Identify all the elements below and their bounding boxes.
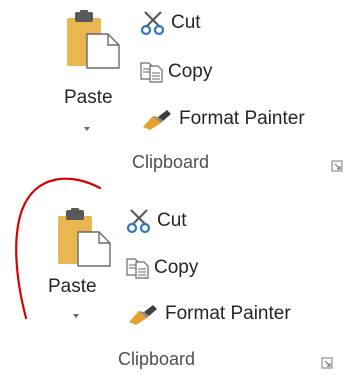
dialog-launcher-icon[interactable] (321, 357, 333, 369)
clipboard-group: Paste Cut Copy Format Painter Clipboard (0, 0, 352, 187)
copy-icon (140, 62, 163, 83)
group-label: Clipboard (132, 152, 210, 172)
copy-label: Copy (154, 257, 199, 278)
copy-icon (126, 258, 149, 279)
paintbrush-icon (143, 110, 171, 130)
chevron-down-icon[interactable] (84, 127, 90, 131)
copy-button[interactable]: Copy (140, 60, 212, 84)
format-painter-label: Format Painter (165, 303, 291, 324)
group-label: Clipboard (118, 349, 196, 369)
paste-button[interactable]: Paste (50, 8, 126, 136)
copy-button[interactable]: Copy (126, 256, 198, 280)
paintbrush-icon (129, 305, 157, 325)
cut-label: Cut (171, 12, 201, 33)
cut-label: Cut (157, 210, 187, 231)
annotation-circle (15, 177, 102, 320)
format-painter-button[interactable]: Format Painter (126, 302, 291, 326)
dialog-launcher-icon[interactable] (331, 160, 343, 172)
paste-label: Paste (64, 87, 113, 108)
copy-label: Copy (168, 61, 213, 82)
format-painter-button[interactable]: Format Painter (140, 107, 305, 131)
paste-icon (67, 10, 120, 69)
scissors-icon (140, 11, 165, 36)
cut-button[interactable]: Cut (140, 10, 201, 36)
cut-button[interactable]: Cut (126, 208, 187, 234)
format-painter-label: Format Painter (179, 108, 305, 129)
scissors-icon (126, 209, 151, 234)
